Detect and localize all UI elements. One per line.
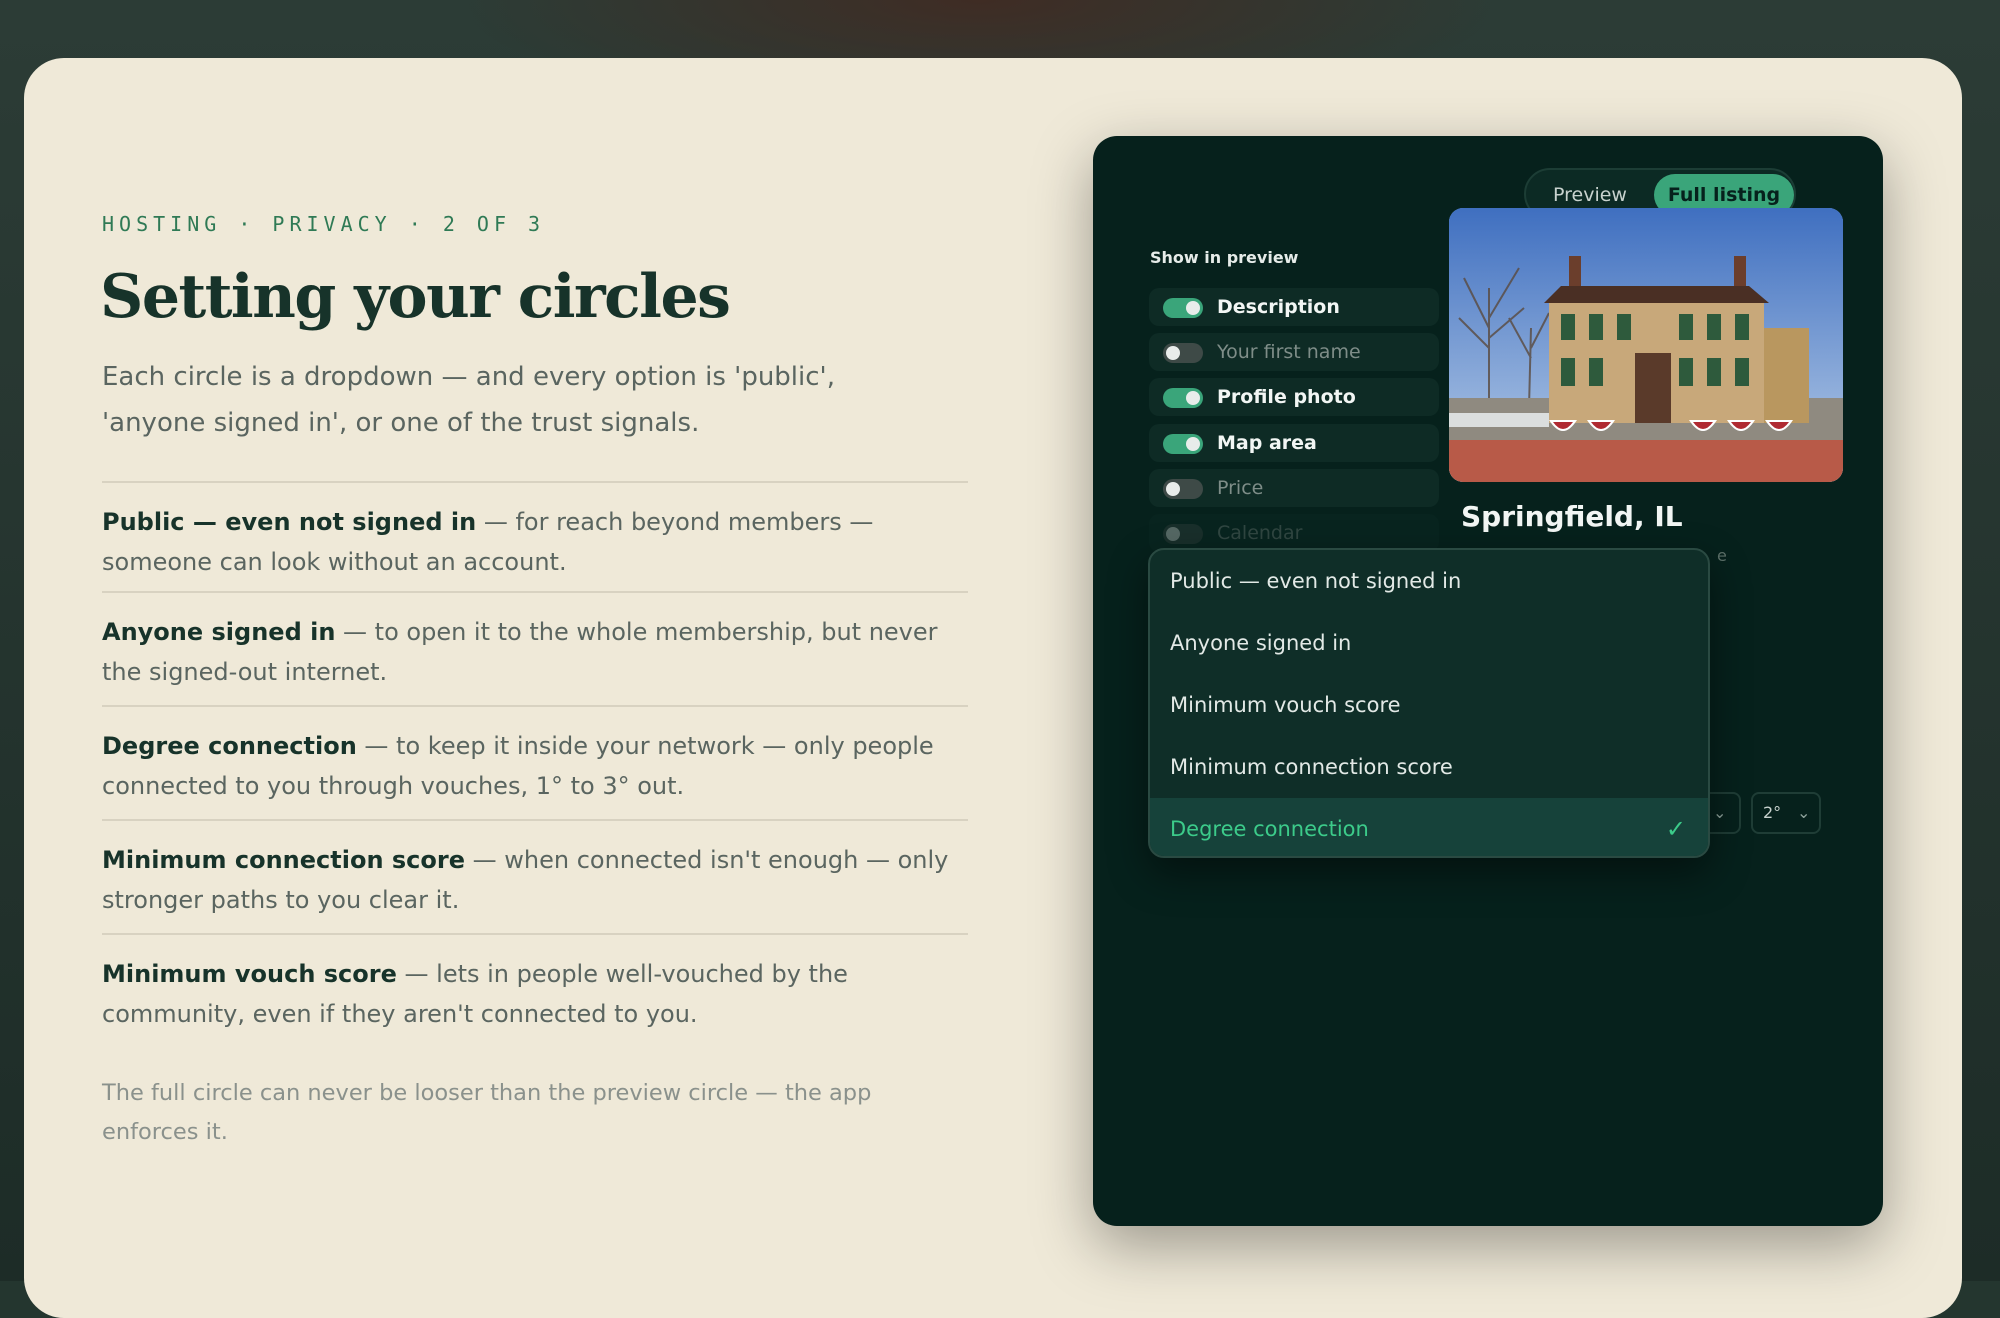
listing-city: Springfield, IL — [1461, 500, 1683, 533]
lede-paragraph: Each circle is a dropdown — and every op… — [102, 362, 835, 438]
occluded-text: e — [1717, 546, 1727, 565]
switch-on[interactable] — [1163, 434, 1203, 454]
degree-select[interactable]: 2° ⌄ — [1751, 792, 1821, 834]
toggle-price[interactable]: Price — [1149, 469, 1439, 507]
row-term: Degree connection — [102, 732, 357, 760]
switch-on[interactable] — [1163, 298, 1203, 318]
dropdown-option-public[interactable]: Public — even not signed in — [1150, 550, 1708, 612]
toggle-calendar[interactable]: Calendar — [1149, 514, 1439, 552]
toggle-profile-photo[interactable]: Profile photo — [1149, 378, 1439, 416]
toggle-label: Profile photo — [1217, 386, 1356, 408]
chevron-down-icon: ⌄ — [1713, 803, 1727, 822]
toggle-map-area[interactable]: Map area — [1149, 424, 1439, 462]
chevron-down-icon: ⌄ — [1797, 803, 1811, 822]
row-term: Minimum connection score — [102, 846, 466, 874]
toggle-label: Map area — [1217, 432, 1317, 454]
toggle-description[interactable]: Description — [1149, 288, 1439, 326]
checkmark-icon: ✓ — [1665, 815, 1686, 843]
explanation-row: Minimum vouch score — lets in people wel… — [102, 933, 968, 1043]
eyebrow: HOSTING · PRIVACY · 2 OF 3 — [102, 212, 546, 236]
toggle-label: Price — [1217, 477, 1264, 499]
footnote: The full circle can never be looser than… — [102, 1080, 872, 1145]
dropdown-option-anyone-signed-in[interactable]: Anyone signed in — [1150, 612, 1708, 674]
switch-on[interactable] — [1163, 388, 1203, 408]
switch-off[interactable] — [1163, 343, 1203, 363]
explanation-row: Degree connection — to keep it inside yo… — [102, 705, 968, 819]
option-explanations: Public — even not signed in — for reach … — [102, 481, 968, 1043]
toggle-first-name[interactable]: Your first name — [1149, 333, 1439, 371]
switch-off[interactable] — [1163, 524, 1203, 544]
dropdown-option-degree-connection[interactable]: Degree connection ✓ — [1150, 798, 1708, 856]
selected-option-label: Degree connection — [1170, 817, 1369, 841]
page-title: Setting your circles — [100, 262, 731, 332]
explanation-row: Minimum connection score — when connecte… — [102, 819, 968, 933]
explanation-row: Public — even not signed in — for reach … — [102, 481, 968, 591]
toggle-label: Description — [1217, 296, 1340, 318]
show-in-preview-label: Show in preview — [1150, 248, 1299, 267]
circle-dropdown-menu: Public — even not signed in Anyone signe… — [1148, 548, 1710, 858]
row-term: Anyone signed in — [102, 618, 336, 646]
explanation-row: Anyone signed in — to open it to the who… — [102, 591, 968, 705]
switch-off[interactable] — [1163, 479, 1203, 499]
listing-photo — [1449, 208, 1843, 482]
dropdown-option-min-connection[interactable]: Minimum connection score — [1150, 736, 1708, 798]
toggle-label: Your first name — [1217, 341, 1361, 363]
toggle-label: Calendar — [1217, 522, 1303, 544]
dropdown-option-min-vouch[interactable]: Minimum vouch score — [1150, 674, 1708, 736]
house-illustration — [1449, 208, 1843, 482]
degree-select-value: 2° — [1763, 803, 1782, 822]
row-term: Public — even not signed in — [102, 508, 477, 536]
row-term: Minimum vouch score — [102, 960, 397, 988]
